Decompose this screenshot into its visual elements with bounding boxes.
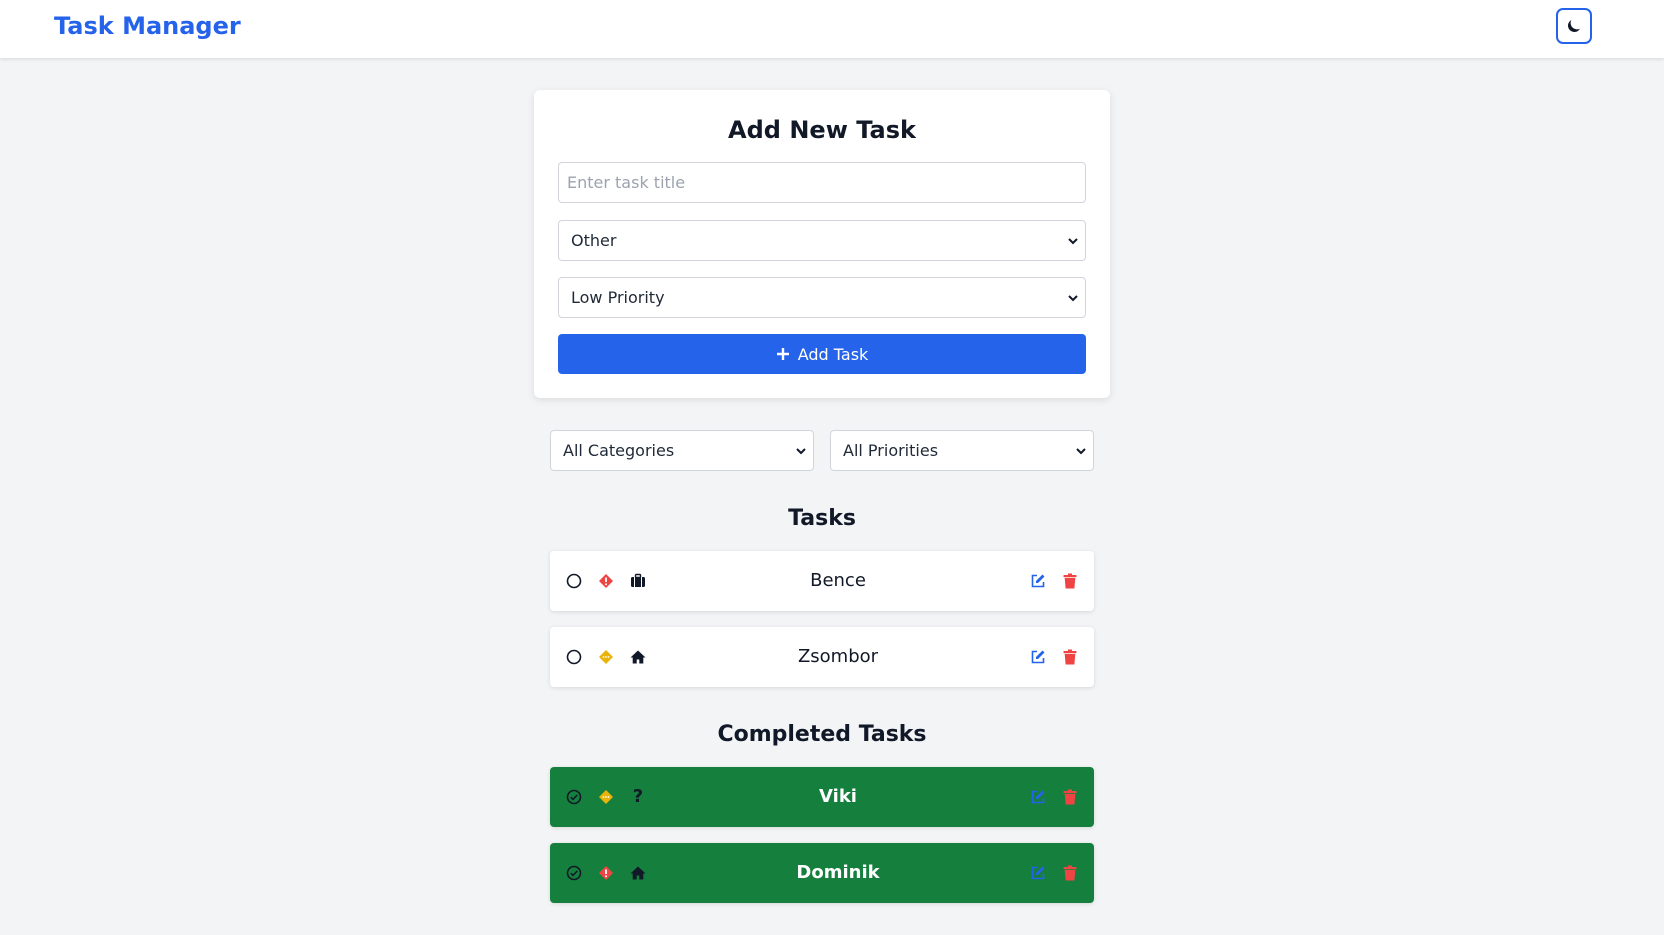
delete-button[interactable] bbox=[1060, 863, 1080, 883]
priority-select[interactable]: Low Priority bbox=[558, 277, 1086, 318]
add-task-button-label: Add Task bbox=[797, 344, 869, 364]
completed-task-item: Dominik bbox=[550, 843, 1094, 903]
add-task-card: Add New Task Other Low Priority Add Task bbox=[534, 90, 1110, 398]
priority-medium-icon bbox=[596, 787, 616, 807]
task-item: Zsombor bbox=[550, 627, 1094, 687]
chevron-down-icon bbox=[1061, 292, 1085, 304]
trash-icon bbox=[1063, 789, 1077, 805]
briefcase-icon bbox=[628, 571, 648, 591]
category-select[interactable]: Other bbox=[558, 220, 1086, 261]
category-filter-value: All Categories bbox=[563, 441, 675, 460]
priority-filter-value: All Priorities bbox=[843, 441, 939, 460]
edit-icon bbox=[1031, 650, 1045, 664]
task-item: Bence bbox=[550, 551, 1094, 611]
edit-icon bbox=[1031, 866, 1045, 880]
plus-icon bbox=[776, 348, 789, 360]
app-title: Task Manager bbox=[54, 12, 241, 40]
completed-task-item: ? Viki bbox=[550, 767, 1094, 827]
edit-icon bbox=[1031, 790, 1045, 804]
completed-tasks-heading: Completed Tasks bbox=[717, 722, 927, 747]
task-complete-toggle[interactable] bbox=[564, 787, 584, 807]
trash-icon bbox=[1063, 865, 1077, 881]
moon-icon bbox=[1568, 20, 1580, 32]
circle-icon bbox=[566, 649, 582, 665]
tasks-heading: Tasks bbox=[788, 506, 856, 531]
check-circle-icon bbox=[566, 865, 582, 881]
task-title: Zsombor bbox=[797, 646, 879, 667]
task-complete-toggle[interactable] bbox=[564, 863, 584, 883]
question-icon: ? bbox=[632, 786, 644, 807]
task-complete-toggle[interactable] bbox=[564, 647, 584, 667]
delete-button[interactable] bbox=[1060, 647, 1080, 667]
edit-button[interactable] bbox=[1028, 787, 1048, 807]
delete-button[interactable] bbox=[1060, 571, 1080, 591]
home-icon bbox=[628, 647, 648, 667]
priority-select-value: Low Priority bbox=[571, 288, 665, 307]
edit-icon bbox=[1031, 574, 1045, 588]
top-navbar: Task Manager bbox=[0, 0, 1664, 58]
chevron-down-icon bbox=[1069, 445, 1093, 457]
priority-high-icon bbox=[596, 571, 616, 591]
add-task-button[interactable]: Add Task bbox=[558, 334, 1086, 374]
check-circle-icon bbox=[566, 789, 582, 805]
category-select-value: Other bbox=[571, 231, 617, 250]
priority-medium-icon bbox=[596, 647, 616, 667]
edit-button[interactable] bbox=[1028, 647, 1048, 667]
task-title: Bence bbox=[810, 570, 866, 591]
task-title: Dominik bbox=[796, 862, 880, 883]
category-filter-select[interactable]: All Categories bbox=[550, 430, 814, 471]
add-task-heading: Add New Task bbox=[728, 116, 916, 144]
theme-toggle-button[interactable] bbox=[1556, 8, 1592, 44]
trash-icon bbox=[1063, 649, 1077, 665]
chevron-down-icon bbox=[789, 445, 813, 457]
trash-icon bbox=[1063, 573, 1077, 589]
delete-button[interactable] bbox=[1060, 787, 1080, 807]
edit-button[interactable] bbox=[1028, 571, 1048, 591]
priority-high-icon bbox=[596, 863, 616, 883]
task-title-input[interactable] bbox=[558, 162, 1086, 203]
task-title: Viki bbox=[819, 786, 857, 807]
priority-filter-select[interactable]: All Priorities bbox=[830, 430, 1094, 471]
circle-icon bbox=[566, 573, 582, 589]
edit-button[interactable] bbox=[1028, 863, 1048, 883]
home-icon bbox=[628, 863, 648, 883]
chevron-down-icon bbox=[1061, 235, 1085, 247]
task-complete-toggle[interactable] bbox=[564, 571, 584, 591]
